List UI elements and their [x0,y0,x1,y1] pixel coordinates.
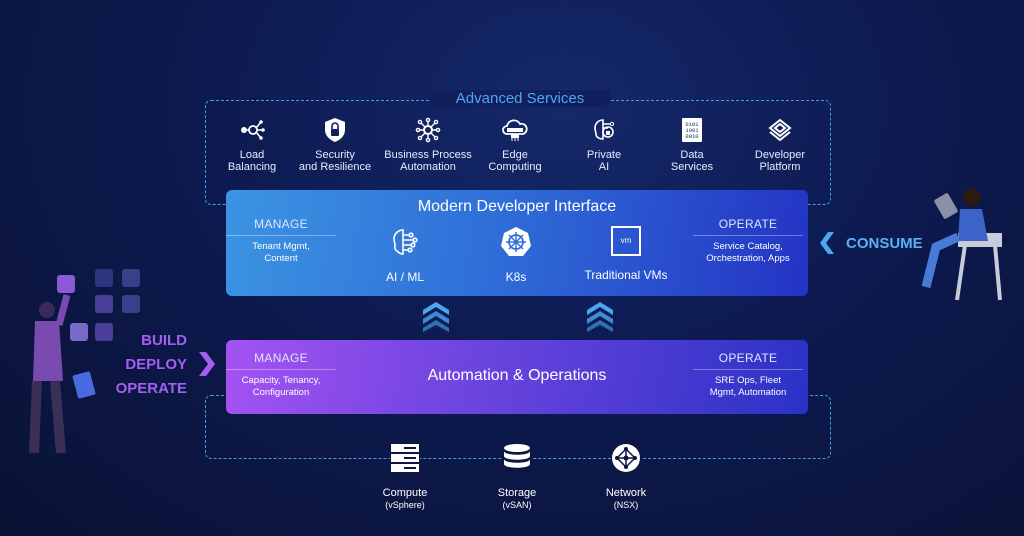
manage-text: Configuration [252,387,310,398]
service-label: Business Process [384,149,472,161]
compute-label: Compute [382,487,428,499]
ai-ml-label: AI / ML [385,270,424,284]
server-icon [390,443,420,473]
traditional-vms-item: vm Traditional VMs [571,226,681,282]
network-label: Network [605,487,647,499]
service-business-process: Business Process Automation [383,117,473,173]
service-label: Balancing [227,161,277,173]
service-label: Private [586,149,622,161]
service-label: Load [239,149,265,161]
builder-person-illustration [29,269,140,454]
network-item: Network (NSX) [586,443,666,511]
service-label: Services [670,161,714,173]
consume-label: CONSUME [846,235,923,252]
operate-text: Orchestration, Apps [706,253,790,264]
service-security: Security and Resilience [290,117,380,173]
k8s-item: K8s [461,226,571,284]
storage-sub: (vSAN) [502,500,532,510]
operate-heading: OPERATE [693,352,803,370]
shield-lock-icon [325,118,345,142]
operate-column: OPERATE SRE Ops, Fleet Mgmt, Automation [693,352,803,399]
manage-text: Content [264,253,298,264]
service-label: Edge [502,149,528,161]
service-label: Data [680,149,704,161]
network-icon [611,443,641,473]
service-label: Automation [400,161,456,173]
kubernetes-icon [501,227,531,256]
compute-sub: (vSphere) [385,500,425,510]
service-label: Computing [488,161,542,173]
storage-item: Storage (vSAN) [477,443,557,511]
binary-data-icon: 010110010010 [682,118,702,142]
svg-text:0010: 0010 [685,133,698,140]
storage-label: Storage [497,487,537,499]
cloud-server-icon [502,119,528,141]
manage-column: MANAGE Tenant Mgmt, Content [226,218,336,265]
brain-lock-icon [594,119,615,140]
service-edge: Edge Computing [470,117,560,173]
ai-ml-item: AI / ML [350,226,460,284]
operate-text: SRE Ops, Fleet [715,375,781,386]
consumer-person-illustration [921,188,1002,301]
manage-text: Tenant Mgmt, [252,241,310,252]
service-data: 0101 1001 0010 Data Services [647,117,737,173]
manage-heading: MANAGE [226,218,336,236]
vm-icon: vm [611,226,641,256]
service-private: Private AI [559,117,649,173]
panel-title: Modern Developer Interface [417,198,617,215]
brain-circuit-icon [393,229,418,255]
layers-icon [768,118,792,142]
automation-operations-panel: Automation & Operations MANAGE Capacity,… [226,340,808,414]
network-sub: (NSX) [613,500,639,510]
database-icon [502,443,532,473]
up-chevrons-icon [587,302,613,332]
chevron-right-icon [199,352,215,376]
compute-item: Compute (vSphere) [365,443,445,511]
service-label: Platform [759,161,801,173]
operate-heading: OPERATE [693,218,803,236]
advanced-services-title: Advanced Services [430,90,610,107]
manage-heading: MANAGE [226,352,336,370]
service-load: Load Balancing [207,117,297,173]
service-label: and Resilience [298,161,372,173]
operate-text: Service Catalog, [713,241,783,252]
operate-column: OPERATE Service Catalog, Orchestration, … [693,218,803,265]
k8s-label: K8s [505,270,527,284]
service-developer: Developer Platform [735,117,825,173]
process-network-icon [415,117,441,143]
modern-developer-interface-panel: Modern Developer Interface MANAGE Tenant… [226,190,808,296]
manage-column: MANAGE Capacity, Tenancy, Configuration [226,352,336,399]
operate-text: Mgmt, Automation [709,387,787,398]
service-label: AI [598,161,610,173]
service-label: Developer [754,149,806,161]
service-label: Security [315,149,355,161]
chevron-left-icon [820,232,834,254]
traditional-vms-label: Traditional VMs [584,268,668,282]
up-chevrons-icon [423,302,449,332]
load-balancing-icon [241,120,265,140]
manage-text: Capacity, Tenancy, [241,375,321,386]
